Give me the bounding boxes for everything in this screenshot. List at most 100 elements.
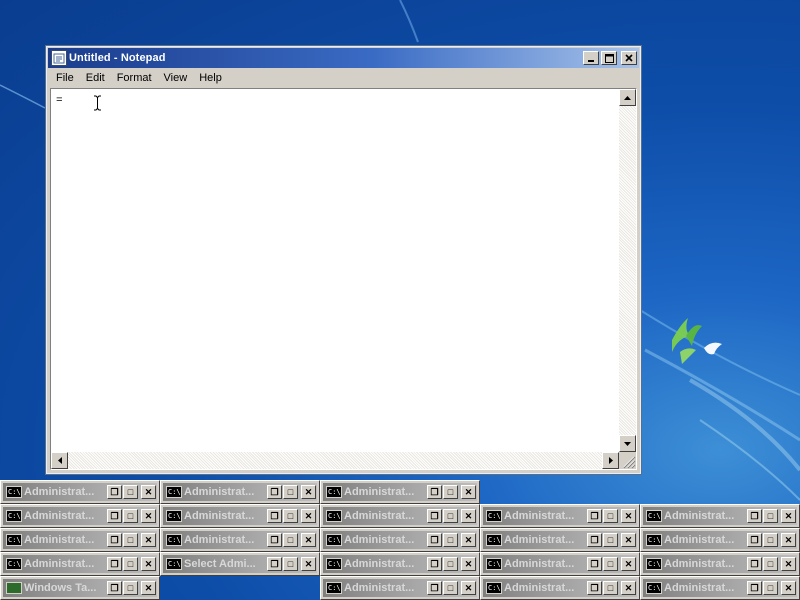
maximize-button[interactable]: □ xyxy=(763,533,778,547)
close-button[interactable]: ✕ xyxy=(461,581,476,595)
maximize-button[interactable]: □ xyxy=(603,557,618,571)
maximize-button[interactable]: □ xyxy=(443,557,458,571)
menu-help[interactable]: Help xyxy=(193,72,228,84)
scroll-left-button[interactable] xyxy=(51,452,68,469)
restore-button[interactable]: ❐ xyxy=(267,509,282,523)
minimized-titlebar[interactable]: C:\ Administrat... ❐ □ ✕ xyxy=(3,531,157,549)
minimized-titlebar[interactable]: Windows Ta... ❐ □ ✕ xyxy=(3,579,157,597)
minimized-titlebar[interactable]: C:\ Administrat... ❐ □ ✕ xyxy=(643,579,797,597)
close-button[interactable]: ✕ xyxy=(141,509,156,523)
restore-button[interactable]: ❐ xyxy=(107,581,122,595)
minimized-window[interactable]: C:\ Select Admi... ❐ □ ✕ xyxy=(160,552,320,576)
minimized-window[interactable]: C:\ Administrat... ❐ □ ✕ xyxy=(0,480,160,504)
close-button[interactable]: ✕ xyxy=(461,509,476,523)
close-button[interactable]: ✕ xyxy=(301,509,316,523)
resize-grip[interactable] xyxy=(619,452,636,469)
restore-button[interactable]: ❐ xyxy=(427,509,442,523)
maximize-button[interactable]: □ xyxy=(123,581,138,595)
restore-button[interactable]: ❐ xyxy=(427,581,442,595)
minimized-titlebar[interactable]: C:\ Administrat... ❐ □ ✕ xyxy=(483,507,637,525)
maximize-button[interactable]: □ xyxy=(443,509,458,523)
restore-button[interactable]: ❐ xyxy=(267,533,282,547)
maximize-button[interactable]: □ xyxy=(123,509,138,523)
menu-view[interactable]: View xyxy=(158,72,194,84)
maximize-button[interactable]: □ xyxy=(283,557,298,571)
close-button[interactable]: ✕ xyxy=(141,485,156,499)
minimized-titlebar[interactable]: C:\ Administrat... ❐ □ ✕ xyxy=(643,555,797,573)
editor-content[interactable]: = xyxy=(55,93,616,449)
minimized-titlebar[interactable]: C:\ Administrat... ❐ □ ✕ xyxy=(3,507,157,525)
maximize-button[interactable]: □ xyxy=(443,581,458,595)
minimized-window[interactable]: C:\ Administrat... ❐ □ ✕ xyxy=(480,552,640,576)
minimized-window[interactable]: C:\ Administrat... ❐ □ ✕ xyxy=(160,480,320,504)
minimized-window[interactable]: C:\ Administrat... ❐ □ ✕ xyxy=(640,552,800,576)
minimized-titlebar[interactable]: C:\ Administrat... ❐ □ ✕ xyxy=(163,531,317,549)
scroll-up-button[interactable] xyxy=(619,89,636,106)
close-button[interactable]: ✕ xyxy=(621,533,636,547)
close-button[interactable]: ✕ xyxy=(621,581,636,595)
close-button[interactable]: ✕ xyxy=(621,557,636,571)
text-editor[interactable]: = xyxy=(50,88,637,470)
maximize-button[interactable]: □ xyxy=(443,533,458,547)
close-button[interactable]: ✕ xyxy=(461,533,476,547)
minimized-window[interactable]: C:\ Administrat... ❐ □ ✕ xyxy=(640,528,800,552)
maximize-button[interactable]: □ xyxy=(283,509,298,523)
restore-button[interactable]: ❐ xyxy=(427,485,442,499)
vertical-scrollbar[interactable] xyxy=(619,89,636,452)
maximize-button[interactable]: □ xyxy=(603,509,618,523)
maximize-button[interactable]: □ xyxy=(123,557,138,571)
minimized-window[interactable]: C:\ Administrat... ❐ □ ✕ xyxy=(480,576,640,600)
notepad-window[interactable]: Untitled - Notepad File Edit Format View… xyxy=(45,45,642,475)
maximize-button[interactable]: □ xyxy=(123,533,138,547)
notepad-titlebar[interactable]: Untitled - Notepad xyxy=(48,48,639,68)
close-button[interactable] xyxy=(621,51,637,65)
close-button[interactable]: ✕ xyxy=(781,509,796,523)
restore-button[interactable]: ❐ xyxy=(107,533,122,547)
minimized-window[interactable]: Windows Ta... ❐ □ ✕ xyxy=(0,576,160,600)
close-button[interactable]: ✕ xyxy=(461,485,476,499)
minimized-titlebar[interactable]: C:\ Administrat... ❐ □ ✕ xyxy=(643,507,797,525)
close-button[interactable]: ✕ xyxy=(461,557,476,571)
menu-edit[interactable]: Edit xyxy=(80,72,111,84)
maximize-button[interactable]: □ xyxy=(603,533,618,547)
restore-button[interactable]: ❐ xyxy=(107,557,122,571)
restore-button[interactable]: ❐ xyxy=(587,557,602,571)
horizontal-scrollbar[interactable] xyxy=(51,452,619,469)
maximize-button[interactable]: □ xyxy=(603,581,618,595)
close-button[interactable]: ✕ xyxy=(141,581,156,595)
minimized-titlebar[interactable]: C:\ Administrat... ❐ □ ✕ xyxy=(163,507,317,525)
close-button[interactable]: ✕ xyxy=(621,509,636,523)
close-button[interactable]: ✕ xyxy=(781,533,796,547)
maximize-button[interactable]: □ xyxy=(763,509,778,523)
restore-button[interactable]: ❐ xyxy=(427,533,442,547)
minimized-window[interactable]: C:\ Administrat... ❐ □ ✕ xyxy=(0,552,160,576)
minimized-window[interactable]: C:\ Administrat... ❐ □ ✕ xyxy=(320,504,480,528)
close-button[interactable]: ✕ xyxy=(781,581,796,595)
close-button[interactable]: ✕ xyxy=(141,557,156,571)
scroll-down-button[interactable] xyxy=(619,435,636,452)
minimized-titlebar[interactable]: C:\ Administrat... ❐ □ ✕ xyxy=(163,483,317,501)
minimized-window[interactable]: C:\ Administrat... ❐ □ ✕ xyxy=(480,504,640,528)
minimized-window[interactable]: C:\ Administrat... ❐ □ ✕ xyxy=(480,528,640,552)
restore-button[interactable]: ❐ xyxy=(267,485,282,499)
minimized-window[interactable]: C:\ Administrat... ❐ □ ✕ xyxy=(0,528,160,552)
minimize-button[interactable] xyxy=(583,51,599,65)
restore-button[interactable]: ❐ xyxy=(587,533,602,547)
restore-button[interactable]: ❐ xyxy=(747,533,762,547)
minimized-titlebar[interactable]: C:\ Administrat... ❐ □ ✕ xyxy=(483,579,637,597)
close-button[interactable]: ✕ xyxy=(781,557,796,571)
restore-button[interactable]: ❐ xyxy=(747,581,762,595)
maximize-button[interactable]: □ xyxy=(283,485,298,499)
restore-button[interactable]: ❐ xyxy=(587,581,602,595)
minimized-titlebar[interactable]: C:\ Administrat... ❐ □ ✕ xyxy=(483,555,637,573)
minimized-window[interactable]: C:\ Administrat... ❐ □ ✕ xyxy=(320,480,480,504)
close-button[interactable]: ✕ xyxy=(141,533,156,547)
restore-button[interactable]: ❐ xyxy=(427,557,442,571)
minimized-titlebar[interactable]: C:\ Administrat... ❐ □ ✕ xyxy=(323,483,477,501)
restore-button[interactable]: ❐ xyxy=(267,557,282,571)
scroll-right-button[interactable] xyxy=(602,452,619,469)
minimized-window[interactable]: C:\ Administrat... ❐ □ ✕ xyxy=(320,552,480,576)
maximize-button[interactable]: □ xyxy=(763,557,778,571)
minimized-window[interactable]: C:\ Administrat... ❐ □ ✕ xyxy=(160,504,320,528)
close-button[interactable]: ✕ xyxy=(301,533,316,547)
